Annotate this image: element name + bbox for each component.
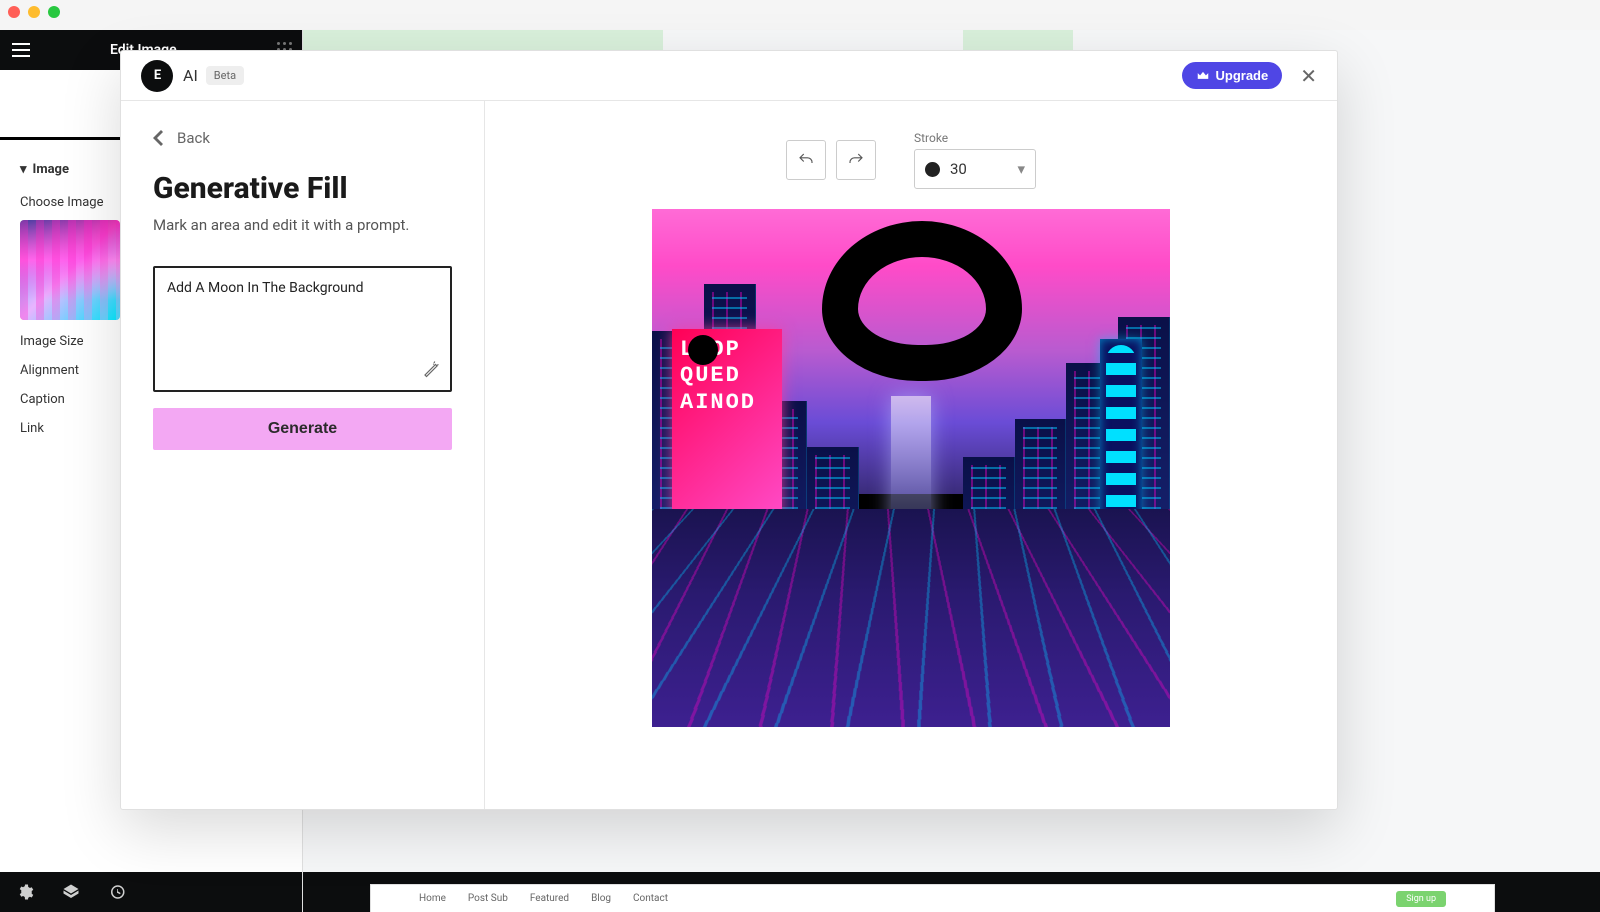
generative-fill-heading: Generative Fill	[153, 171, 452, 206]
preview-neon-sign-left	[672, 329, 782, 519]
canvas-toolbar: Stroke 30 ▾	[786, 131, 1036, 189]
undo-icon	[797, 151, 815, 169]
caret-down-icon: ▾	[20, 162, 27, 177]
beta-badge: Beta	[206, 66, 244, 85]
preview-road	[652, 509, 1170, 727]
brush-cursor	[688, 335, 718, 365]
elementor-logo-icon: E	[141, 60, 173, 92]
upgrade-button[interactable]: Upgrade	[1182, 62, 1283, 89]
stroke-control: Stroke 30 ▾	[914, 131, 1036, 189]
image-preview-canvas[interactable]	[652, 209, 1170, 727]
chevron-down-icon: ▾	[1017, 160, 1025, 178]
mac-minimize-dot[interactable]	[28, 6, 40, 18]
mac-window-controls	[8, 6, 60, 18]
image-thumbnail[interactable]	[20, 220, 120, 320]
nav-item[interactable]: Home	[419, 893, 446, 904]
close-icon[interactable]: ✕	[1300, 64, 1317, 88]
nav-item[interactable]: Featured	[530, 893, 569, 904]
stroke-label: Stroke	[914, 131, 1036, 145]
mac-maximize-dot[interactable]	[48, 6, 60, 18]
undo-button[interactable]	[786, 140, 826, 180]
nav-item[interactable]: Blog	[591, 893, 611, 904]
mac-close-dot[interactable]	[8, 6, 20, 18]
ai-modal: E AI Beta Upgrade ✕ Back Generative Fill…	[120, 50, 1338, 810]
stroke-preview-dot	[925, 162, 940, 177]
stroke-value: 30	[950, 160, 967, 178]
settings-icon[interactable]	[16, 883, 34, 901]
prompt-input[interactable]	[167, 280, 438, 360]
back-button[interactable]: Back	[153, 129, 452, 147]
nav-item[interactable]: Contact	[633, 893, 668, 904]
field-alignment-label: Alignment	[20, 363, 79, 378]
prompt-input-container	[153, 266, 452, 392]
hamburger-icon[interactable]	[12, 43, 30, 57]
back-label: Back	[177, 129, 210, 147]
ai-modal-header: E AI Beta Upgrade ✕	[121, 51, 1337, 101]
generative-fill-subheading: Mark an area and edit it with a prompt.	[153, 216, 452, 234]
layers-icon[interactable]	[62, 883, 80, 901]
panel-footer-toolbar	[0, 872, 302, 912]
chevron-left-icon	[153, 130, 163, 146]
ai-modal-title: AI	[183, 66, 198, 85]
redo-button[interactable]	[836, 140, 876, 180]
stroke-select[interactable]: 30 ▾	[914, 149, 1036, 189]
upgrade-label: Upgrade	[1216, 68, 1269, 83]
magic-wand-icon[interactable]	[422, 360, 440, 382]
signup-button[interactable]: Sign up	[1396, 891, 1446, 907]
nav-item[interactable]: Post Sub	[468, 893, 508, 904]
crown-icon	[1196, 69, 1210, 83]
history-icon[interactable]	[108, 883, 126, 901]
generate-button[interactable]: Generate	[153, 408, 452, 450]
ai-right-panel: Stroke 30 ▾	[485, 101, 1337, 809]
ai-left-panel: Back Generative Fill Mark an area and ed…	[121, 101, 485, 809]
section-image-label: Image	[33, 162, 69, 177]
redo-icon	[847, 151, 865, 169]
page-preview-nav: Home Post Sub Featured Blog Contact Sign…	[370, 884, 1495, 912]
